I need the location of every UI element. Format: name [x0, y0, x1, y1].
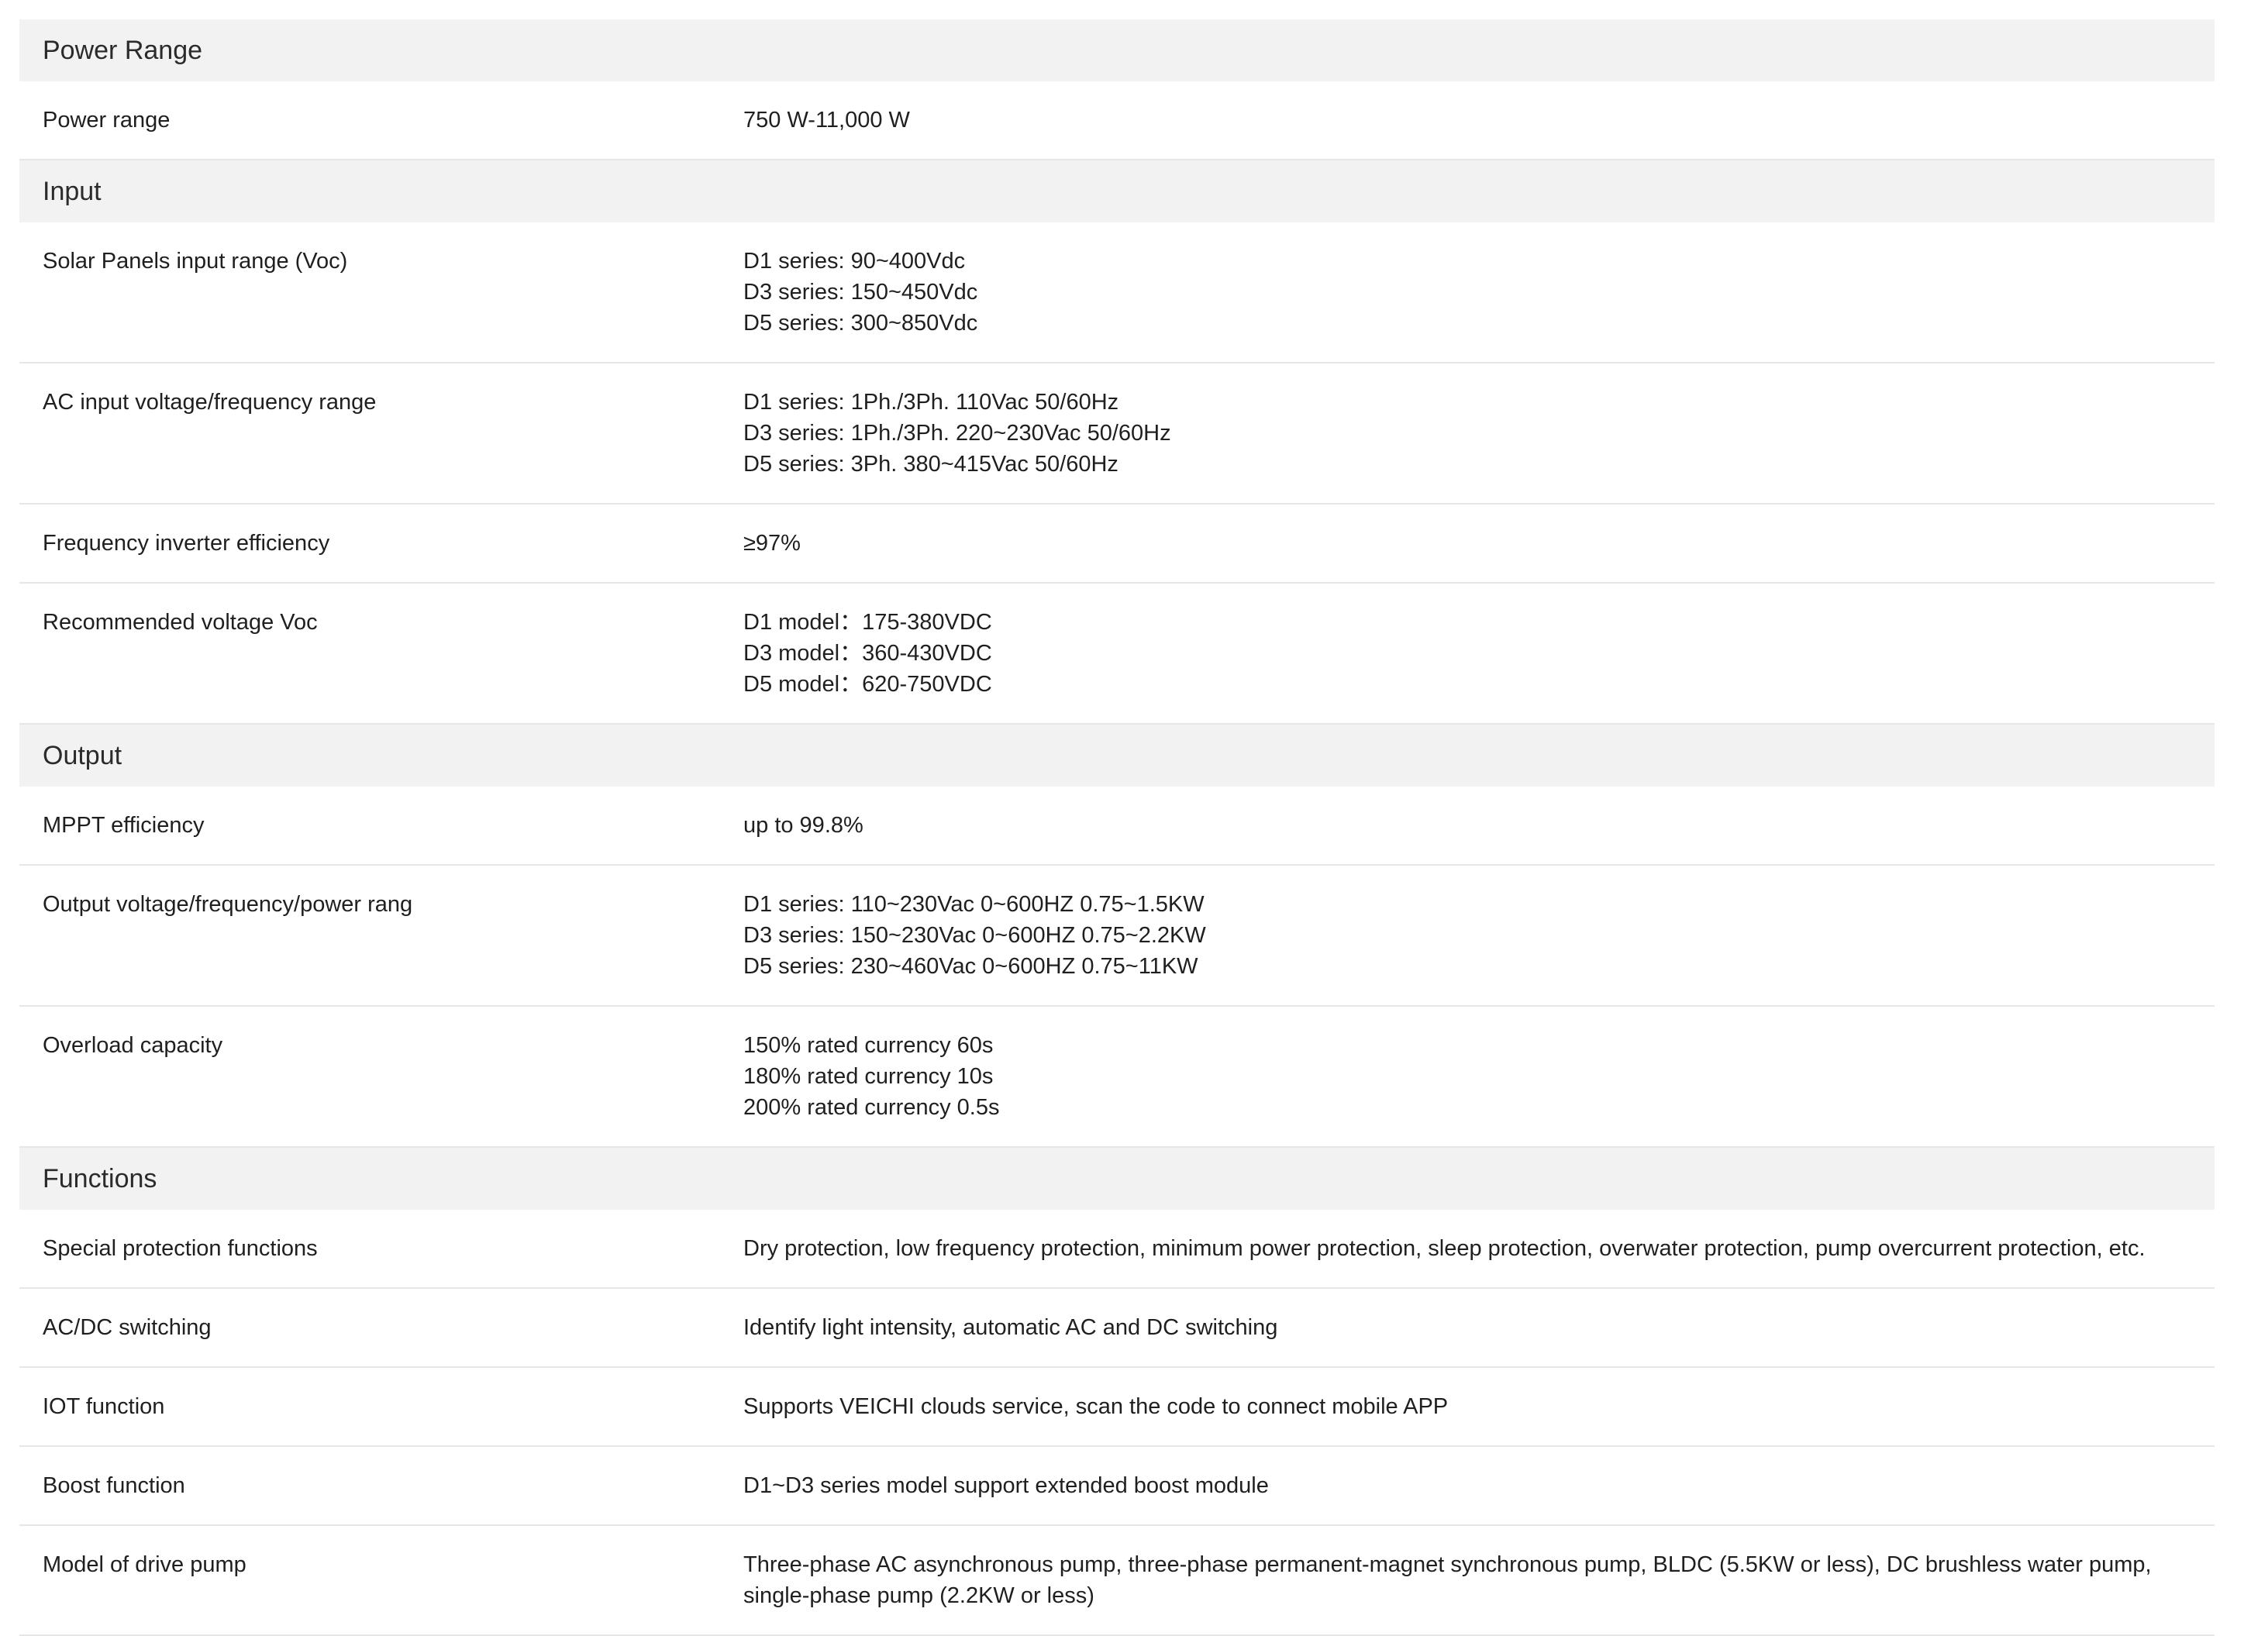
table-row: Boost function D1~D3 series model suppor…: [19, 1447, 2215, 1526]
value-line: D1 series: 1Ph./3Ph. 110Vac 50/60Hz: [743, 390, 1119, 415]
row-value: D1 series: 90~400Vdc D3 series: 150~450V…: [743, 246, 2215, 339]
value-line: D5 model：620-750VDC: [743, 672, 992, 697]
table-row: Overload capacity 150% rated currency 60…: [19, 1007, 2215, 1148]
value-line: 750 W-11,000 W: [743, 108, 910, 133]
table-row: Special protection functions Dry protect…: [19, 1210, 2215, 1289]
row-value: 150% rated currency 60s 180% rated curre…: [743, 1030, 2215, 1123]
value-line: D3 series: 150~450Vdc: [743, 280, 978, 305]
value-line: D5 series: 3Ph. 380~415Vac 50/60Hz: [743, 452, 1118, 477]
row-value: ≥97%: [743, 528, 2215, 559]
value-line: Identify light intensity, automatic AC a…: [743, 1315, 1278, 1340]
row-label: Recommended voltage Voc: [43, 610, 318, 635]
row-label: Power range: [43, 108, 171, 133]
row-value: 750 W-11,000 W: [743, 105, 2215, 136]
section-header-power-range: Power Range: [19, 19, 2215, 81]
value-line: 200% rated currency 0.5s: [743, 1095, 1000, 1120]
row-label: AC input voltage/frequency range: [43, 390, 377, 415]
row-label: MPPT efficiency: [43, 813, 205, 838]
row-value: D1 series: 110~230Vac 0~600HZ 0.75~1.5KW…: [743, 889, 2215, 982]
table-row: Frequency inverter efficiency ≥97%: [19, 505, 2215, 584]
table-row: AC/DC switching Identify light intensity…: [19, 1289, 2215, 1368]
row-label: IOT function: [43, 1394, 165, 1419]
row-value: Identify light intensity, automatic AC a…: [743, 1312, 2215, 1343]
value-line: D3 series: 150~230Vac 0~600HZ 0.75~2.2KW: [743, 923, 1206, 948]
table-row: Output voltage/frequency/power rang D1 s…: [19, 866, 2215, 1007]
row-value: Dry protection, low frequency protection…: [743, 1233, 2215, 1264]
value-line: Dry protection, low frequency protection…: [743, 1236, 2146, 1261]
row-value: Three-phase AC asynchronous pump, three-…: [743, 1549, 2215, 1611]
row-value: D1~D3 series model support extended boos…: [743, 1470, 2215, 1501]
value-line: D1~D3 series model support extended boos…: [743, 1473, 1269, 1498]
section-header-input: Input: [19, 160, 2215, 222]
row-value: D1 model：175-380VDC D3 model：360-430VDC …: [743, 607, 2215, 700]
table-row: MPPT efficiency up to 99.8%: [19, 787, 2215, 866]
value-line: D1 series: 110~230Vac 0~600HZ 0.75~1.5KW: [743, 892, 1205, 917]
table-row: IOT function Supports VEICHI clouds serv…: [19, 1368, 2215, 1447]
row-label: Boost function: [43, 1473, 185, 1498]
row-label: Frequency inverter efficiency: [43, 531, 330, 556]
value-line: D3 model：360-430VDC: [743, 641, 992, 666]
value-line: Three-phase AC asynchronous pump, three-…: [743, 1552, 2152, 1608]
row-value: Supports VEICHI clouds service, scan the…: [743, 1391, 2215, 1422]
row-value: D1 series: 1Ph./3Ph. 110Vac 50/60Hz D3 s…: [743, 387, 2215, 480]
value-line: D5 series: 230~460Vac 0~600HZ 0.75~11KW: [743, 954, 1198, 979]
table-row: Power range 750 W-11,000 W: [19, 81, 2215, 160]
row-label: Solar Panels input range (Voc): [43, 249, 348, 274]
value-line: 180% rated currency 10s: [743, 1064, 994, 1089]
section-header-functions: Functions: [19, 1148, 2215, 1210]
spec-table: Power Range Power range 750 W-11,000 W I…: [19, 19, 2215, 1636]
value-line: D5 series: 300~850Vdc: [743, 311, 978, 336]
value-line: Supports VEICHI clouds service, scan the…: [743, 1394, 1449, 1419]
row-label: AC/DC switching: [43, 1315, 212, 1340]
table-row: Recommended voltage Voc D1 model：175-380…: [19, 584, 2215, 725]
value-line: 150% rated currency 60s: [743, 1033, 994, 1058]
value-line: D1 model：175-380VDC: [743, 610, 992, 635]
table-row: AC input voltage/frequency range D1 seri…: [19, 363, 2215, 505]
table-row: Solar Panels input range (Voc) D1 series…: [19, 222, 2215, 363]
row-value: up to 99.8%: [743, 810, 2215, 841]
section-header-output: Output: [19, 725, 2215, 787]
value-line: D1 series: 90~400Vdc: [743, 249, 966, 274]
value-line: ≥97%: [743, 531, 801, 556]
value-line: D3 series: 1Ph./3Ph. 220~230Vac 50/60Hz: [743, 421, 1171, 446]
row-label: Overload capacity: [43, 1033, 223, 1058]
value-line: up to 99.8%: [743, 813, 863, 838]
row-label: Model of drive pump: [43, 1552, 246, 1577]
row-label: Output voltage/frequency/power rang: [43, 892, 413, 917]
row-label: Special protection functions: [43, 1236, 318, 1261]
table-row: Model of drive pump Three-phase AC async…: [19, 1526, 2215, 1636]
